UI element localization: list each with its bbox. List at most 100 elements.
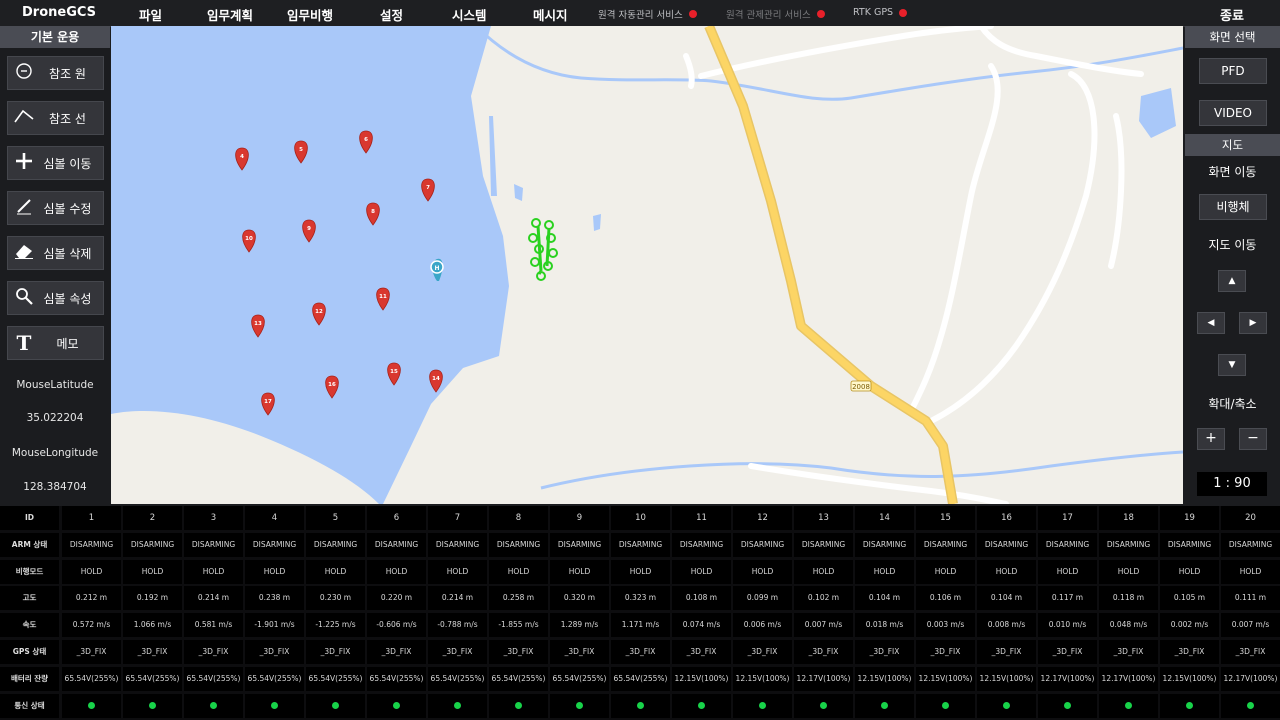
table-row-header: 배터리 잔량 bbox=[0, 666, 59, 691]
comm-ok-dot-icon bbox=[271, 702, 278, 710]
table-cell: 0.192 m bbox=[123, 586, 182, 611]
table-cell: -0.788 m/s bbox=[428, 613, 487, 638]
table-cell: 1.289 m/s bbox=[550, 613, 609, 638]
map-right-button[interactable]: ▶ bbox=[1239, 312, 1267, 334]
comm-status-cell bbox=[62, 693, 121, 718]
table-cell: 9 bbox=[550, 506, 609, 530]
comm-ok-dot-icon bbox=[149, 702, 156, 710]
table-cell: _3D_FIX bbox=[611, 640, 670, 664]
table-cell: 0.008 m/s bbox=[977, 613, 1036, 638]
pond bbox=[1139, 88, 1176, 138]
table-cell: HOLD bbox=[1099, 559, 1158, 584]
table-cell: _3D_FIX bbox=[1099, 640, 1158, 664]
table-cell: DISARMING bbox=[1221, 532, 1280, 557]
table-cell: 0.214 m bbox=[428, 586, 487, 611]
table-cell: 18 bbox=[1099, 506, 1158, 530]
table-cell: _3D_FIX bbox=[1038, 640, 1097, 664]
table-cell: 4 bbox=[245, 506, 304, 530]
comm-ok-dot-icon bbox=[820, 702, 827, 710]
zoom-out-button[interactable]: − bbox=[1239, 428, 1267, 450]
table-cell: _3D_FIX bbox=[123, 640, 182, 664]
service-status-rtk: RTK GPS bbox=[853, 7, 908, 18]
comm-row: 통신 상태 bbox=[0, 693, 1280, 720]
menu-settings[interactable]: 설정 bbox=[380, 5, 403, 24]
mouse-lon-value: 128.384704 bbox=[23, 481, 87, 493]
comm-ok-dot-icon bbox=[515, 702, 522, 710]
pond bbox=[593, 214, 601, 231]
menu-mission-plan[interactable]: 임무계획 bbox=[207, 5, 253, 24]
arrow-right-icon: ▶ bbox=[1249, 318, 1257, 328]
comm-ok-dot-icon bbox=[210, 702, 217, 710]
menu-system[interactable]: 시스템 bbox=[452, 5, 487, 24]
memo-button[interactable]: T 메모 bbox=[7, 326, 104, 360]
waypoint-label: 12 bbox=[315, 309, 323, 315]
table-cell: HOLD bbox=[1038, 559, 1097, 584]
table-cell: HOLD bbox=[1160, 559, 1219, 584]
table-cell: DISARMING bbox=[62, 532, 121, 557]
ref-line-button[interactable]: 참조 선 bbox=[7, 101, 104, 135]
map-up-button[interactable]: ▲ bbox=[1218, 270, 1246, 292]
menu-mission-flight[interactable]: 임무비행 bbox=[287, 5, 333, 24]
table-cell: 0.118 m bbox=[1099, 586, 1158, 611]
comm-status-cell bbox=[1038, 693, 1097, 718]
table-cell: DISARMING bbox=[367, 532, 426, 557]
table-cell: 6 bbox=[367, 506, 426, 530]
drone-swarm-icon[interactable] bbox=[528, 218, 558, 281]
table-cell: 0.117 m bbox=[1038, 586, 1097, 611]
table-cell: 0.003 m/s bbox=[916, 613, 975, 638]
arrow-left-icon: ◀ bbox=[1207, 318, 1215, 328]
table-cell: 0.007 m/s bbox=[1221, 613, 1280, 638]
table-cell: _3D_FIX bbox=[916, 640, 975, 664]
symbol-props-button[interactable]: 심볼 속성 bbox=[7, 281, 104, 315]
symbol-edit-button[interactable]: 심볼 수정 bbox=[7, 191, 104, 225]
zoom-in-button[interactable]: + bbox=[1197, 428, 1225, 450]
service-status-auto: 원격 자동관리 서비스 bbox=[598, 7, 697, 21]
table-cell: 0.106 m bbox=[916, 586, 975, 611]
table-cell: _3D_FIX bbox=[672, 640, 731, 664]
table-cell: DISARMING bbox=[428, 532, 487, 557]
table-cell: -0.606 m/s bbox=[367, 613, 426, 638]
video-button[interactable]: VIDEO bbox=[1199, 100, 1267, 126]
map-down-button[interactable]: ▼ bbox=[1218, 354, 1246, 376]
top-menu-bar: DroneGCS 파일 임무계획 임무비행 설정 시스템 메시지 원격 자동관리… bbox=[0, 0, 1280, 27]
table-cell: 0.002 m/s bbox=[1160, 613, 1219, 638]
map-left-button[interactable]: ◀ bbox=[1197, 312, 1225, 334]
map-view[interactable]: 2008 H 4 5 6 7 8 9 10 11 12 13 14 15 16 17 bbox=[111, 26, 1183, 504]
table-cell: DISARMING bbox=[733, 532, 792, 557]
symbol-move-button[interactable]: 심볼 이동 bbox=[7, 146, 104, 180]
symbol-delete-button[interactable]: 심볼 삭제 bbox=[7, 236, 104, 270]
status-dot-icon bbox=[816, 10, 825, 18]
vehicle-button[interactable]: 비행체 bbox=[1199, 194, 1267, 220]
table-cell: _3D_FIX bbox=[1221, 640, 1280, 664]
table-cell: _3D_FIX bbox=[367, 640, 426, 664]
plus-icon bbox=[10, 152, 38, 175]
menu-messages[interactable]: 메시지 bbox=[533, 5, 568, 24]
table-cell: 0.006 m/s bbox=[733, 613, 792, 638]
comm-ok-dot-icon bbox=[393, 702, 400, 710]
table-cell: DISARMING bbox=[1099, 532, 1158, 557]
table-cell: 1.171 m/s bbox=[611, 613, 670, 638]
svg-text:H: H bbox=[434, 265, 439, 272]
table-cell: HOLD bbox=[367, 559, 426, 584]
table-cell: _3D_FIX bbox=[184, 640, 243, 664]
tool-label: 참조 원 bbox=[49, 66, 86, 81]
ref-circle-button[interactable]: 참조 원 bbox=[7, 56, 104, 90]
exit-button[interactable]: 종료 bbox=[1220, 5, 1244, 24]
waypoint-label: 9 bbox=[307, 226, 311, 232]
arrow-down-icon: ▼ bbox=[1228, 360, 1236, 370]
table-cell: HOLD bbox=[123, 559, 182, 584]
comm-ok-dot-icon bbox=[576, 702, 583, 710]
table-cell: 0.320 m bbox=[550, 586, 609, 611]
text-icon: T bbox=[16, 331, 32, 355]
comm-status-cell bbox=[794, 693, 853, 718]
pfd-button[interactable]: PFD bbox=[1199, 58, 1267, 84]
table-cell: 0.102 m bbox=[794, 586, 853, 611]
mode-row: 비행모드 HOLD HOLD HOLD HOLD HOLD HOLD HOLD HOLD HOLD… bbox=[0, 559, 1280, 586]
menu-file[interactable]: 파일 bbox=[139, 5, 162, 24]
comm-ok-dot-icon bbox=[1186, 702, 1193, 710]
table-cell: 65.54V(255%) bbox=[245, 666, 304, 691]
table-cell: HOLD bbox=[62, 559, 121, 584]
table-cell: 12 bbox=[733, 506, 792, 530]
map-move-label: 지도 이동 bbox=[1208, 238, 1257, 252]
map-canvas[interactable]: 2008 H 4 5 6 7 8 9 10 11 12 13 14 15 16 17 bbox=[111, 26, 1183, 504]
